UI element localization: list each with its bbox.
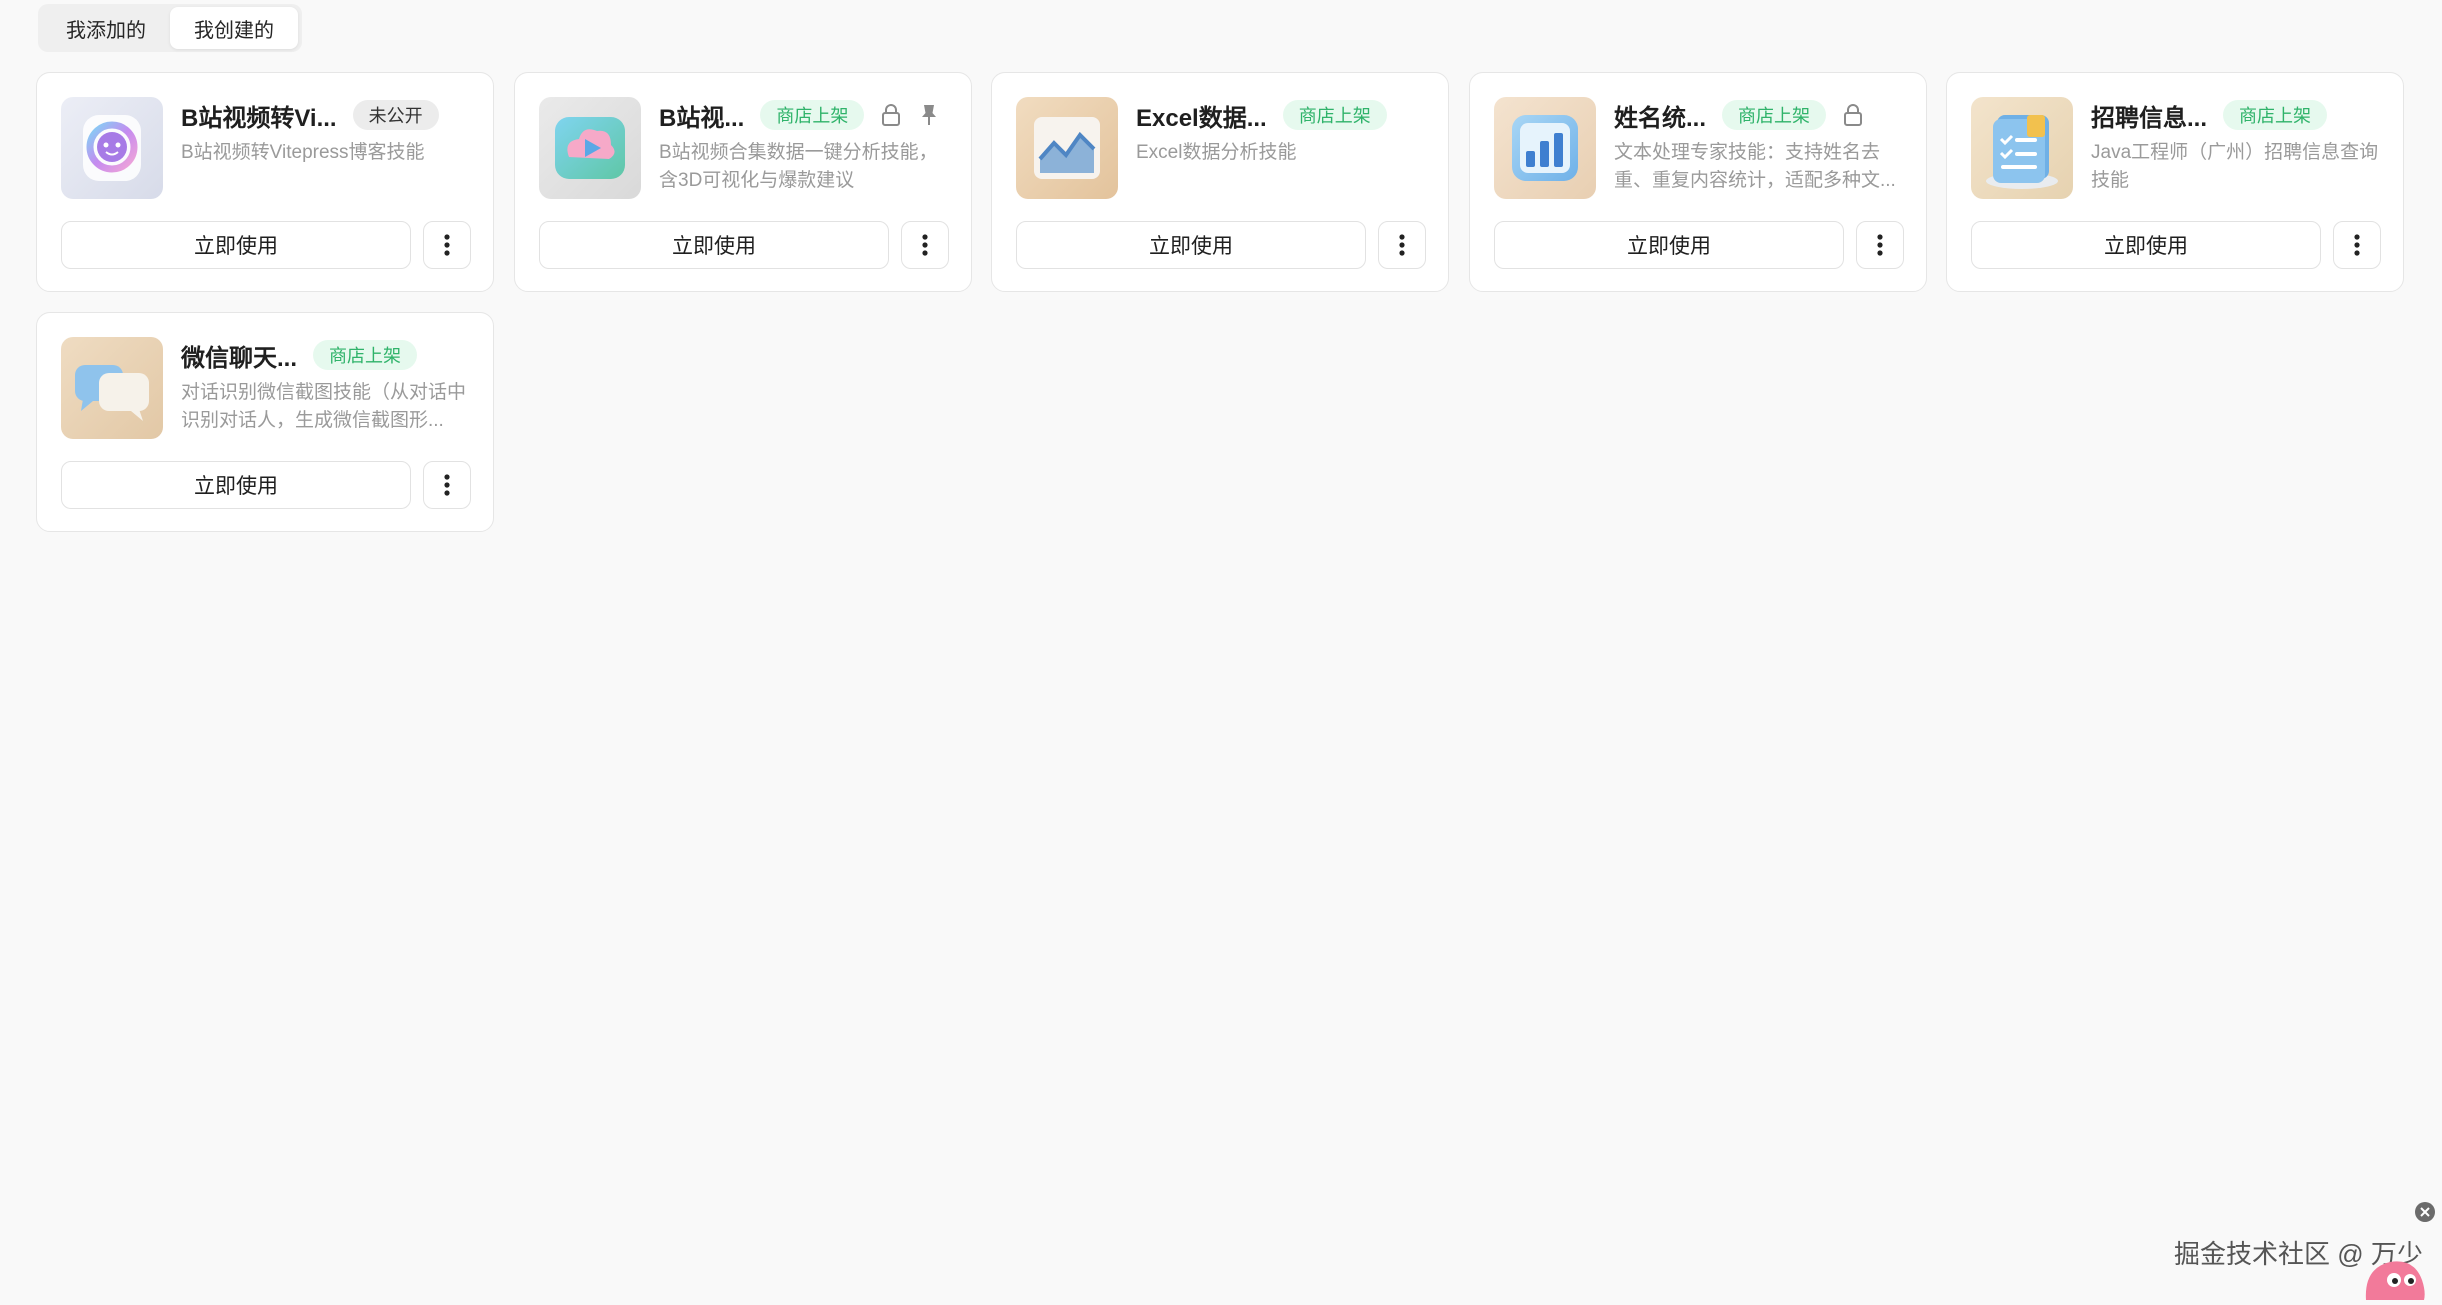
mascot-icon <box>2360 1250 2430 1305</box>
card-title: Excel数据... <box>1136 104 1267 132</box>
more-options-button[interactable] <box>423 221 471 269</box>
document-list-icon <box>1971 97 2073 199</box>
card-title: 微信聊天... <box>181 344 298 372</box>
card-description: B站视频合集数据一键分析技能，含3D可视化与爆款建议 <box>659 142 938 191</box>
card-description: Java工程师（广州）招聘信息查询技能 <box>2091 142 2379 191</box>
skill-card: B站视频转Vi... 未公开 B站视频转Vitepress博客技能 立即使用 <box>36 72 494 292</box>
more-options-button[interactable] <box>423 461 471 509</box>
use-now-button[interactable]: 立即使用 <box>1016 221 1366 269</box>
status-badge: 未公开 <box>352 100 439 130</box>
more-options-button[interactable] <box>1856 221 1904 269</box>
use-now-button[interactable]: 立即使用 <box>61 221 411 269</box>
status-badge: 商店上架 <box>313 340 418 370</box>
video-play-icon <box>539 97 641 199</box>
status-badge: 商店上架 <box>1282 100 1387 130</box>
use-now-button[interactable]: 立即使用 <box>539 221 889 269</box>
skill-card: 姓名统... 商店上架 文本处理专家技能：支持姓名去重、重复内容统计，适配多种文… <box>1469 72 1927 292</box>
more-options-button[interactable] <box>1378 221 1426 269</box>
card-title: B站视频转Vi... <box>181 104 337 132</box>
pin-icon <box>918 104 940 126</box>
skill-card: B站视... 商店上架 B站视频合集数据一键分析技能，含3D可视化与爆款建议 立… <box>514 72 972 292</box>
use-now-button[interactable]: 立即使用 <box>61 461 411 509</box>
skill-card: Excel数据... 商店上架 Excel数据分析技能 立即使用 <box>991 72 1449 292</box>
more-vertical-icon <box>444 234 450 256</box>
more-vertical-icon <box>1399 234 1405 256</box>
skill-card: 招聘信息... 商店上架 Java工程师（广州）招聘信息查询技能 立即使用 <box>1946 72 2404 292</box>
card-description: 文本处理专家技能：支持姓名去重、重复内容统计，适配多种文... <box>1614 142 1896 191</box>
use-now-button[interactable]: 立即使用 <box>1494 221 1844 269</box>
status-badge: 商店上架 <box>760 100 865 130</box>
close-icon[interactable] <box>2415 1202 2435 1222</box>
tab-created[interactable]: 我创建的 <box>170 7 298 49</box>
card-title: B站视... <box>659 104 745 132</box>
more-vertical-icon <box>2354 234 2360 256</box>
card-title: 姓名统... <box>1614 104 1707 132</box>
more-vertical-icon <box>444 474 450 496</box>
more-options-button[interactable] <box>901 221 949 269</box>
lock-icon <box>1842 104 1864 126</box>
more-vertical-icon <box>922 234 928 256</box>
status-badge: 商店上架 <box>2223 100 2328 130</box>
robot-face-icon <box>61 97 163 199</box>
status-badge: 商店上架 <box>1722 100 1827 130</box>
more-options-button[interactable] <box>2333 221 2381 269</box>
tab-added[interactable]: 我添加的 <box>42 7 170 49</box>
card-description: B站视频转Vitepress博客技能 <box>181 142 425 163</box>
lock-icon <box>880 104 902 126</box>
bar-chart-icon <box>1494 97 1596 199</box>
card-title: 招聘信息... <box>2091 104 2208 132</box>
chat-bubbles-icon <box>61 337 163 439</box>
tab-bar: 我添加的 我创建的 <box>38 4 302 52</box>
line-chart-icon <box>1016 97 1118 199</box>
use-now-button[interactable]: 立即使用 <box>1971 221 2321 269</box>
skill-card: 微信聊天... 商店上架 对话识别微信截图技能（从对话中识别对话人，生成微信截图… <box>36 312 494 532</box>
card-description: Excel数据分析技能 <box>1136 142 1297 163</box>
more-vertical-icon <box>1877 234 1883 256</box>
card-description: 对话识别微信截图技能（从对话中识别对话人，生成微信截图形... <box>181 382 467 431</box>
